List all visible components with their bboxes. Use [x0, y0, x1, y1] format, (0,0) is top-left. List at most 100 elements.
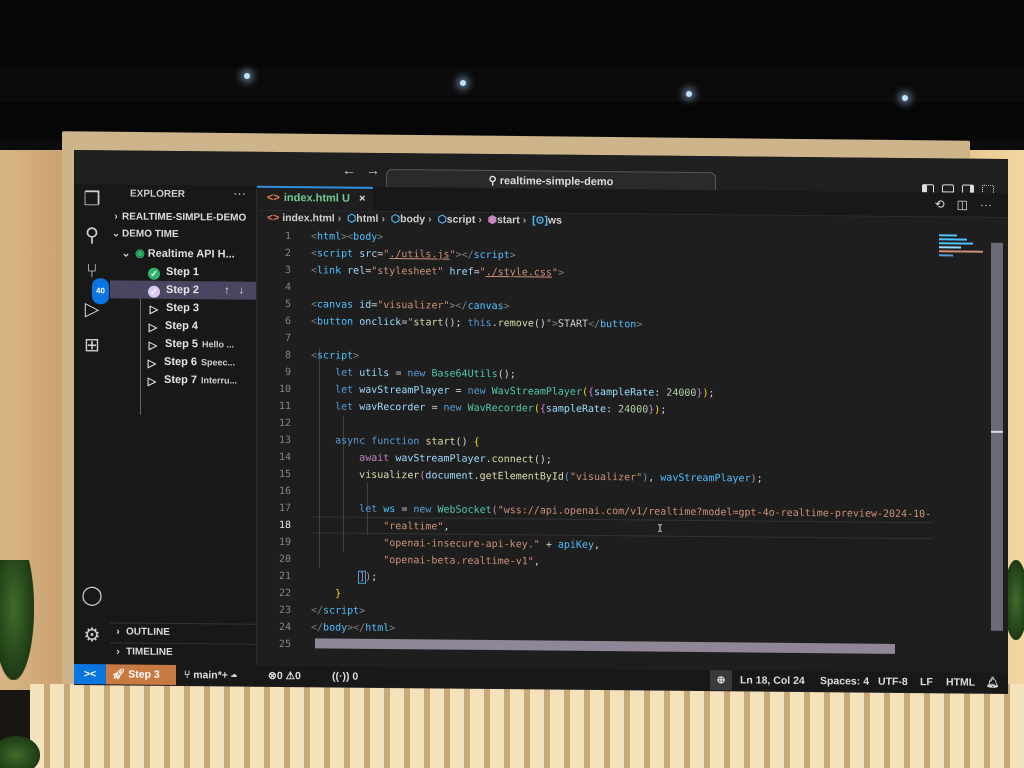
error-icon: ⊗: [268, 669, 277, 682]
minimap[interactable]: [939, 234, 987, 274]
notifications-bell-icon[interactable]: 🔔︎: [986, 673, 999, 693]
run-debug-icon[interactable]: ▷: [80, 298, 104, 322]
play-icon: ▷: [148, 321, 158, 334]
check-circle-icon: ✓: [148, 285, 160, 298]
plant: [0, 560, 34, 680]
function-icon: ⬢: [487, 213, 497, 227]
ports-indicator[interactable]: ((·)) 0: [332, 666, 358, 686]
play-icon: ▷: [147, 357, 157, 370]
warning-icon: ⚠: [285, 670, 295, 683]
problems-indicator[interactable]: ⊗0 ⚠0: [268, 666, 301, 686]
tour-label: Realtime API H...: [147, 247, 235, 261]
variable-icon: [⊙]: [532, 214, 548, 227]
step-label: Step 3: [128, 668, 160, 681]
outline-section[interactable]: › OUTLINE: [110, 622, 256, 643]
stage-light: [460, 80, 466, 86]
code-editor[interactable]: 1 <html><body> 2 <script src="./utils.js">…: [257, 228, 937, 650]
section-label: REALTIME-SIMPLE-DEMO: [122, 211, 247, 224]
step-description: Interru...: [201, 375, 238, 386]
lighting-truss: [0, 68, 1024, 102]
nav-arrows: ←→: [342, 162, 390, 178]
rocket-icon: 🚀︎: [112, 668, 129, 681]
branch-icon: ⑂: [184, 669, 194, 682]
tab-index-html[interactable]: <> index.html U ×: [257, 185, 373, 211]
chevron-right-icon: ›: [116, 626, 120, 638]
sidebar-title: EXPLORER: [130, 188, 186, 201]
error-count: 0: [276, 669, 283, 683]
breadcrumb: <> index.html › ⬡html › ⬡body › ⬡script › ⬢s…: [267, 211, 562, 227]
step-item[interactable]: ▷ Step 3: [110, 298, 256, 317]
split-editor-icon[interactable]: ◫: [957, 197, 968, 211]
ports-count: 0: [352, 670, 359, 683]
element-icon: ⬡: [347, 212, 357, 225]
warning-count: 0: [295, 670, 301, 683]
timeline-section[interactable]: › TIMELINE: [110, 642, 256, 663]
account-icon[interactable]: ◯: [80, 584, 104, 608]
step-item[interactable]: ▷ Step 4: [110, 316, 256, 335]
step-item[interactable]: ▷ Step 6 Speec...: [110, 352, 256, 371]
branch-name: main*+: [193, 669, 228, 682]
timeline-label: TIMELINE: [126, 646, 173, 658]
step-label: Step 4: [165, 319, 199, 333]
broadcast-icon: ((·)): [332, 670, 353, 683]
step-item[interactable]: ▷ Step 7 Interru...: [110, 370, 256, 389]
source-control-icon[interactable]: ⑂ 40: [80, 260, 109, 305]
codetour-step-indicator[interactable]: 🚀︎ Step 3: [106, 664, 176, 685]
html-file-icon: <>: [267, 191, 280, 204]
play-icon: ▷: [149, 303, 159, 316]
git-branch[interactable]: ⑂ main*+ ☁: [184, 665, 237, 686]
activity-bar: ❐ ⚲ ⑂ 40 ▷ ⊞ ◯ ⚙: [74, 184, 111, 665]
chevron-down-icon: ⌄: [121, 247, 131, 260]
step-label: Step 2: [166, 283, 200, 297]
step-item[interactable]: ✓ Step 1: [110, 262, 256, 281]
tab-filename: index.html: [283, 192, 339, 205]
breadcrumb-item[interactable]: start: [497, 214, 520, 226]
step-description: Speec...: [201, 357, 236, 368]
step-label: Step 5: [165, 337, 199, 351]
remote-indicator[interactable]: ><: [74, 664, 106, 685]
vscode-window: ←→ ⚲ realtime-simple-demo ❐ ⚲ ⑂ 40 ▷ ⊞ ◯…: [74, 150, 1008, 694]
chevron-down-icon: ⌄: [111, 228, 121, 240]
element-icon: ⬡: [390, 213, 401, 226]
compare-changes-icon[interactable]: ⟲: [935, 197, 945, 211]
search-icon: ⚲: [488, 174, 500, 188]
step-item-selected[interactable]: ✓ Step 2 ↑ ↓: [110, 280, 256, 300]
html-file-icon: <>: [267, 211, 283, 224]
move-down-icon[interactable]: ↓: [239, 285, 245, 297]
settings-gear-icon[interactable]: ⚙: [80, 624, 104, 648]
indentation[interactable]: Spaces: 4: [820, 671, 869, 691]
editor-actions: ⟲ ◫ ···: [935, 197, 992, 212]
tour-item[interactable]: ⌄ ◉ Realtime API H...: [110, 244, 256, 263]
end-of-line[interactable]: LF: [920, 672, 933, 692]
more-actions-button[interactable]: ···: [233, 186, 246, 201]
explorer-icon[interactable]: ❐: [80, 188, 104, 212]
command-center-label: realtime-simple-demo: [499, 175, 614, 189]
section-demo-time[interactable]: ⌄ DEMO TIME: [110, 225, 256, 244]
scrollbar-cursor-marker: [991, 430, 1003, 433]
vertical-scrollbar[interactable]: [991, 242, 1003, 631]
text-cursor-icon: I: [657, 523, 664, 535]
extensions-icon[interactable]: ⊞: [80, 334, 104, 358]
step-item[interactable]: ▷ Step 5 Hello ...: [110, 334, 256, 353]
breadcrumb-item[interactable]: html: [356, 213, 378, 225]
zoom-icon[interactable]: ⊕: [710, 670, 732, 691]
element-icon: ⬡: [437, 213, 447, 226]
search-icon[interactable]: ⚲: [80, 224, 104, 248]
move-up-icon[interactable]: ↑: [224, 284, 230, 296]
language-mode[interactable]: HTML: [946, 672, 975, 692]
play-icon: ▷: [147, 375, 157, 388]
step-description: Hello ...: [202, 339, 235, 350]
breadcrumb-item[interactable]: index.html: [282, 212, 335, 225]
check-circle-icon: ✓: [148, 267, 160, 280]
breadcrumb-item[interactable]: ws: [548, 215, 562, 227]
publish-cloud-icon[interactable]: ☁: [231, 670, 237, 682]
outline-label: OUTLINE: [126, 626, 170, 638]
breadcrumb-item[interactable]: body: [400, 213, 425, 225]
close-tab-button[interactable]: ×: [359, 193, 365, 205]
plant: [0, 736, 40, 768]
back-button[interactable]: ←: [342, 162, 366, 178]
more-actions-icon[interactable]: ···: [980, 198, 992, 212]
cursor-position[interactable]: Ln 18, Col 24: [740, 670, 805, 691]
encoding[interactable]: UTF-8: [878, 672, 908, 692]
breadcrumb-item[interactable]: script: [447, 214, 476, 226]
